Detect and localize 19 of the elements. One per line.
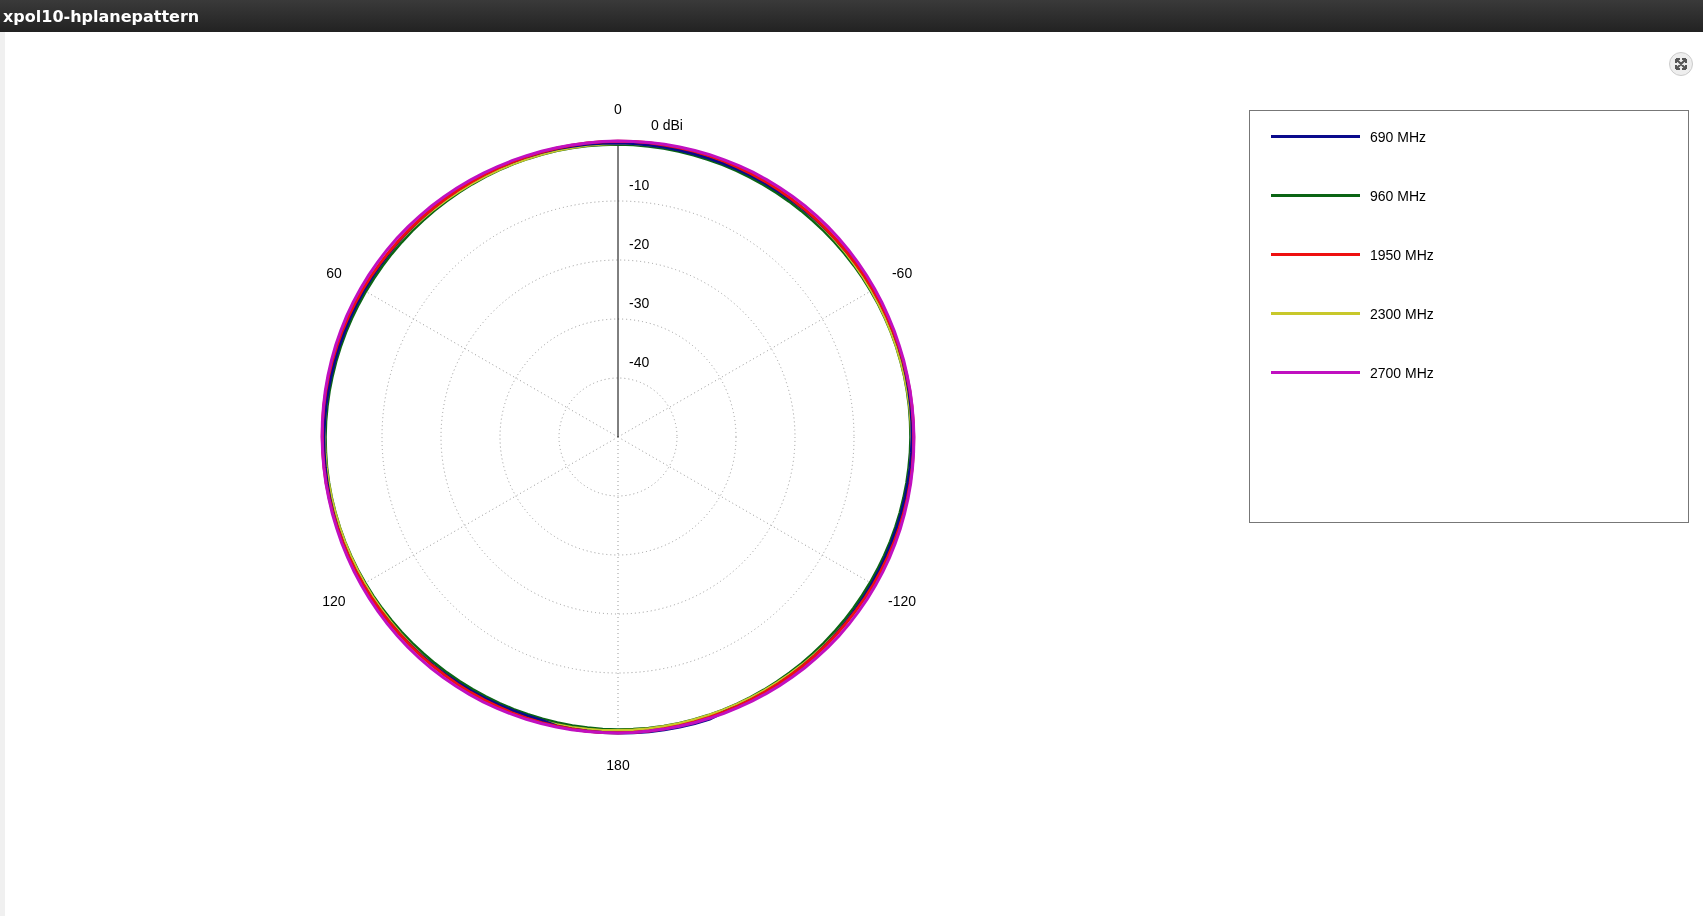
angle-label: 0 (614, 101, 622, 117)
angle-label: 180 (606, 757, 630, 773)
ring-label: -40 (629, 354, 650, 370)
ring-label: -10 (629, 177, 650, 193)
legend-label: 1950 MHz (1370, 246, 1434, 263)
angle-label: -120 (888, 593, 917, 609)
legend-label: 690 MHz (1370, 128, 1427, 145)
legend-label: 960 MHz (1370, 187, 1427, 204)
expand-button[interactable] (1669, 52, 1693, 76)
angle-label: -60 (891, 265, 913, 281)
angle-label: 120 (322, 593, 346, 609)
legend-label: 2700 MHz (1370, 364, 1434, 381)
unit-label: 0 dBi (651, 117, 683, 133)
window-title: xpol10-hplanepattern (3, 6, 200, 26)
legend-label: 2300 MHz (1370, 305, 1434, 322)
ring-label: -30 (629, 295, 650, 311)
angle-label: 60 (326, 265, 342, 281)
ring-label: -20 (629, 236, 650, 252)
expand-icon (1675, 58, 1687, 70)
